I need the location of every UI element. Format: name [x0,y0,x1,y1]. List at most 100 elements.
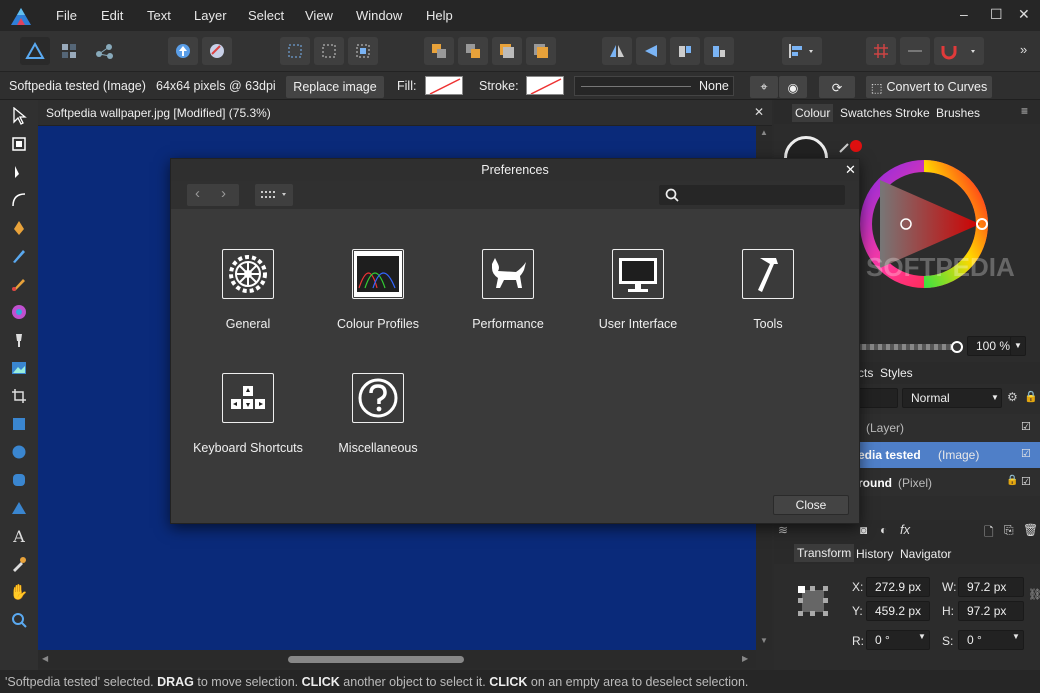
baseline-grid-icon[interactable] [900,37,930,65]
tab-stroke[interactable]: Stroke [895,106,930,120]
crop-tool-icon[interactable] [9,386,29,406]
close-window-icon[interactable]: ✕ [1018,6,1030,23]
scroll-up-icon[interactable]: ▲ [760,128,768,137]
forward-icon[interactable]: › [221,185,226,202]
back-icon[interactable]: ‹ [195,185,200,202]
eye-icon[interactable]: ◉ [779,76,807,98]
pref-keyboard-shortcuts[interactable]: Keyboard Shortcuts [183,373,313,455]
scroll-down-icon[interactable]: ▼ [760,636,768,645]
toolbar-overflow-icon[interactable]: » [1020,42,1027,57]
fill-tool-icon[interactable] [9,302,29,322]
maximize-icon[interactable]: ☐ [990,6,1003,23]
invert-selection-icon[interactable] [348,37,378,65]
minimize-icon[interactable]: – [960,6,968,22]
pref-miscellaneous[interactable]: Miscellaneous [313,373,443,455]
picker-icon[interactable] [838,138,862,154]
flip-vertical-icon[interactable] [636,37,666,65]
export-persona-icon[interactable] [90,37,120,65]
menu-file[interactable]: File [56,8,77,23]
layer-lock-icon[interactable]: 🔒 [1006,475,1018,486]
arrange-back-icon[interactable] [424,37,454,65]
menu-layer[interactable]: Layer [194,8,227,23]
h-field[interactable]: 97.2 px [958,601,1024,621]
zoom-tool-icon[interactable] [9,610,29,630]
blend-mode-dropdown[interactable]: Normal ▼ [902,388,1002,408]
tab-history[interactable]: History [856,547,893,561]
replace-image-button[interactable]: Replace image [286,76,384,98]
layer-visible-checkbox[interactable]: ☑ [1021,420,1031,433]
arrange-front-icon[interactable] [526,37,556,65]
eyedropper-tool-icon[interactable] [9,554,29,574]
shear-chevron-icon[interactable]: ▼ [1012,632,1020,641]
menu-window[interactable]: Window [356,8,402,23]
hand-tool-icon[interactable]: ✋ [9,582,29,602]
arrange-backward-icon[interactable] [458,37,488,65]
flip-horizontal-icon[interactable] [602,37,632,65]
horizontal-scrollbar[interactable]: ◀ ▶ [38,650,756,668]
opacity-slider-handle[interactable] [951,341,963,353]
ellipse-tool-icon[interactable] [9,442,29,462]
menu-text[interactable]: Text [147,8,171,23]
anchor-point-selector[interactable] [798,586,828,616]
menu-edit[interactable]: Edit [101,8,123,23]
document-tab[interactable]: Softpedia wallpaper.jpg [Modified] (75.3… [38,100,772,126]
tab-navigator[interactable]: Navigator [900,547,951,561]
close-document-icon[interactable]: ✕ [754,105,764,119]
rotate-icon[interactable]: ⟳ [819,76,855,98]
duplicate-layer-icon[interactable]: ⎘ [1004,523,1014,538]
opacity-dropdown[interactable] [858,388,898,408]
menu-select[interactable]: Select [248,8,284,23]
add-layer-icon[interactable]: 🗋 [984,523,994,544]
fill-swatch[interactable] [425,76,463,95]
pref-user-interface[interactable]: User Interface [573,249,703,331]
pencil-tool-icon[interactable] [9,246,29,266]
tab-transform[interactable]: Transform [797,546,851,560]
brush-tool-icon[interactable] [9,274,29,294]
layers-stack-icon[interactable]: ≋ [778,523,788,537]
adjustment-icon[interactable]: ◐ [880,523,887,537]
pixel-persona-icon[interactable] [54,37,84,65]
link-icon[interactable]: ⛓ [1028,588,1040,601]
lock-icon[interactable]: 🔒 [1024,390,1038,403]
layer-row[interactable]: l (Layer) ☑ [858,414,1040,442]
stroke-width-slider[interactable]: None [574,76,734,96]
scroll-right-icon[interactable]: ▶ [742,654,748,663]
select-all-icon[interactable] [280,37,310,65]
rotate-right-icon[interactable] [704,37,734,65]
move-tool-icon[interactable] [9,106,29,126]
settings-gear-icon[interactable]: ⚙ [1007,390,1018,404]
tab-colour[interactable]: Colour [795,106,830,120]
mask-icon[interactable]: ◙ [860,523,867,537]
pref-tools[interactable]: Tools [703,249,833,331]
snapping-icon[interactable] [202,37,232,65]
transparency-tool-icon[interactable] [9,330,29,350]
scroll-left-icon[interactable]: ◀ [42,654,48,663]
rectangle-tool-icon[interactable] [9,414,29,434]
select-none-icon[interactable] [314,37,344,65]
tab-styles[interactable]: Styles [880,366,913,380]
close-button[interactable]: Close [773,495,849,515]
opacity-slider[interactable] [858,344,958,350]
menu-view[interactable]: View [305,8,333,23]
menu-help[interactable]: Help [426,8,453,23]
w-field[interactable]: 97.2 px [958,577,1024,597]
y-field[interactable]: 459.2 px [866,601,930,621]
node-tool-icon[interactable] [9,162,29,182]
rotation-chevron-icon[interactable]: ▼ [918,632,926,641]
align-dropdown-icon[interactable] [782,37,822,65]
grid-icon[interactable] [866,37,896,65]
tab-swatches[interactable]: Swatches [840,106,892,120]
search-input[interactable] [659,185,845,205]
rotate-left-icon[interactable] [670,37,700,65]
crosshair-icon[interactable]: ⌖ [750,76,778,98]
horizontal-scroll-thumb[interactable] [288,656,464,663]
layer-row[interactable]: round (Pixel) 🔒 ☑ [858,470,1040,496]
fx-icon[interactable]: fx [900,522,910,537]
panel-menu-icon[interactable]: ≡ [1021,104,1028,118]
stroke-swatch[interactable] [526,76,564,95]
pen-tool-icon[interactable] [9,218,29,238]
place-image-tool-icon[interactable] [9,358,29,378]
convert-to-curves-button[interactable]: ⬚ Convert to Curves [866,76,992,98]
pref-general[interactable]: General [183,249,313,331]
triangle-tool-icon[interactable] [9,498,29,518]
